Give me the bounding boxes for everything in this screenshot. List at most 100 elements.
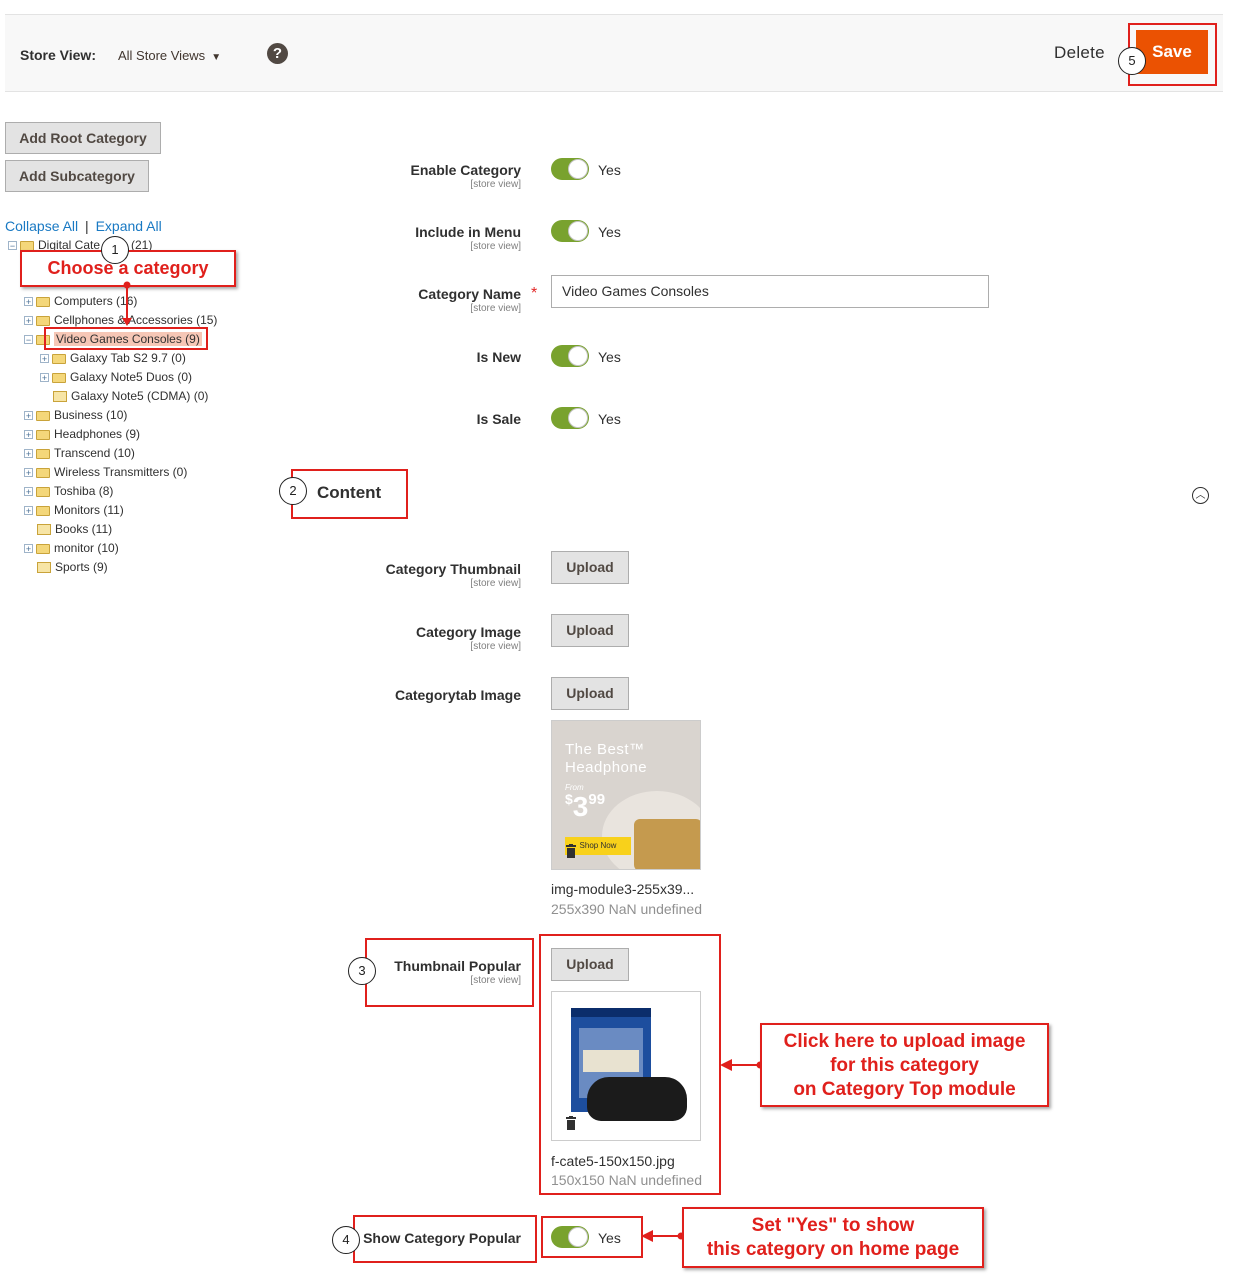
folder-icon <box>36 315 50 326</box>
tree-item-label: Books (11) <box>55 522 113 536</box>
show-category-popular-toggle[interactable] <box>551 1226 589 1248</box>
thumbnail-popular-label: Thumbnail Popular <box>394 958 521 974</box>
toggle-knob <box>568 221 588 241</box>
folder-icon <box>36 486 50 497</box>
tree-item-label: Headphones (9) <box>54 427 141 441</box>
collapse-icon[interactable]: − <box>24 335 33 345</box>
category-name-label: Category Name <box>418 286 521 302</box>
step-5-marker: 5 <box>1118 47 1146 75</box>
folder-icon <box>36 296 50 307</box>
tree-item-label: Sports (9) <box>55 560 108 574</box>
store-view-label: Store View: <box>20 47 96 63</box>
add-root-category-button[interactable]: Add Root Category <box>5 122 161 154</box>
is-new-value: Yes <box>598 349 621 365</box>
promo-price-dollar: $ <box>565 791 573 807</box>
scope-label: [store view] <box>470 303 521 314</box>
folder-search-icon <box>37 524 51 536</box>
game-cover-band <box>571 1008 651 1017</box>
content-section-title[interactable]: Content <box>317 483 381 503</box>
include-in-menu-label: Include in Menu <box>415 224 521 240</box>
is-sale-label: Is Sale <box>476 411 521 427</box>
upload-button[interactable]: Upload <box>551 614 629 647</box>
expand-icon[interactable]: + <box>24 411 33 421</box>
tree-item-label: monitor (10) <box>54 541 119 555</box>
is-sale-value: Yes <box>598 411 621 427</box>
expand-icon[interactable]: + <box>24 506 33 516</box>
collapse-all-link[interactable]: Collapse All <box>5 218 78 234</box>
callout-arrow <box>641 1230 685 1242</box>
tree-controls-separator: | <box>85 218 89 234</box>
tree-item[interactable]: Galaxy Note5 (CDMA) (0) <box>53 387 208 406</box>
expand-icon[interactable]: + <box>40 354 49 364</box>
tree-item[interactable]: + monitor (10) <box>24 539 119 558</box>
show-category-popular-label: Show Category Popular <box>363 1230 521 1246</box>
tree-item[interactable]: + Toshiba (8) <box>24 482 113 501</box>
folder-icon <box>36 410 50 421</box>
toggle-knob <box>568 159 588 179</box>
promo-title-line: Headphone <box>565 759 648 776</box>
category-image-label: Category Image <box>415 624 521 640</box>
chevron-up-icon[interactable]: ︿ <box>1192 487 1209 504</box>
folder-icon <box>36 467 50 478</box>
enable-category-value: Yes <box>598 162 621 178</box>
tree-item[interactable]: + Transcend (10) <box>24 444 135 463</box>
upload-button[interactable]: Upload <box>551 551 629 584</box>
add-subcategory-button[interactable]: Add Subcategory <box>5 160 149 192</box>
expand-icon[interactable]: + <box>24 316 33 326</box>
file-name: f-cate5-150x150.jpg <box>551 1153 675 1169</box>
upload-button[interactable]: Upload <box>551 677 629 710</box>
tree-item[interactable]: + Galaxy Tab S2 9.7 (0) <box>40 349 186 368</box>
folder-icon <box>36 505 50 516</box>
expand-icon[interactable]: + <box>24 430 33 440</box>
thumbnail-popular-preview[interactable] <box>551 991 701 1141</box>
expand-icon[interactable]: + <box>24 449 33 459</box>
is-new-label: Is New <box>476 349 521 365</box>
upload-callout-line: for this category <box>830 1055 979 1076</box>
toggle-knob <box>568 408 588 428</box>
tree-item[interactable]: + Business (10) <box>24 406 127 425</box>
enable-category-toggle[interactable] <box>551 158 589 180</box>
help-icon[interactable]: ? <box>267 43 288 64</box>
category-thumbnail-label: Category Thumbnail <box>385 561 521 577</box>
promo-title-line: The Best™ <box>565 741 645 758</box>
toggle-knob <box>568 1227 588 1247</box>
expand-icon[interactable]: + <box>24 544 33 554</box>
scope-label: [store view] <box>470 179 521 190</box>
category-name-input[interactable]: Video Games Consoles <box>551 275 989 308</box>
include-in-menu-toggle[interactable] <box>551 220 589 242</box>
is-new-toggle[interactable] <box>551 345 589 367</box>
expand-icon[interactable]: + <box>40 373 49 383</box>
show-category-popular-value: Yes <box>598 1230 621 1246</box>
delete-button[interactable]: Delete <box>1054 43 1105 63</box>
tree-item[interactable]: + Monitors (11) <box>24 501 124 520</box>
expand-all-link[interactable]: Expand All <box>96 218 162 234</box>
upload-button[interactable]: Upload <box>551 948 629 981</box>
expand-icon[interactable]: + <box>24 468 33 478</box>
file-name: img-module3-255x39... <box>551 881 695 897</box>
tree-item[interactable]: Books (11) <box>37 520 112 539</box>
promo-title: The Best™ Headphone <box>565 741 647 777</box>
tree-item-label: Galaxy Tab S2 9.7 (0) <box>70 351 186 365</box>
scope-label: [store view] <box>470 975 521 986</box>
categorytab-image-preview[interactable]: The Best™ Headphone From $399 Shop Now <box>551 720 701 870</box>
tree-item[interactable]: Sports (9) <box>37 558 108 577</box>
tree-item[interactable]: + Wireless Transmitters (0) <box>24 463 187 482</box>
tree-item-label: Transcend (10) <box>54 446 135 460</box>
enable-category-label: Enable Category <box>410 162 521 178</box>
tree-item-label: Business (10) <box>54 408 128 422</box>
required-mark: * <box>531 285 538 302</box>
expand-icon[interactable]: + <box>24 487 33 497</box>
expand-icon[interactable]: + <box>24 297 33 307</box>
scope-label: [store view] <box>470 578 521 589</box>
promo-price-main: 3 <box>572 791 589 822</box>
game-cover-logo <box>583 1050 639 1072</box>
selected-category-highlight <box>44 327 208 350</box>
trash-icon[interactable] <box>566 1116 576 1130</box>
folder-icon <box>36 429 50 440</box>
tree-item[interactable]: + Galaxy Note5 Duos (0) <box>40 368 192 387</box>
is-sale-toggle[interactable] <box>551 407 589 429</box>
collapse-icon[interactable]: − <box>8 241 17 251</box>
store-view-switcher[interactable]: All Store Views ▼ <box>118 48 221 63</box>
tree-item[interactable]: + Headphones (9) <box>24 425 140 444</box>
trash-icon[interactable] <box>566 844 576 858</box>
